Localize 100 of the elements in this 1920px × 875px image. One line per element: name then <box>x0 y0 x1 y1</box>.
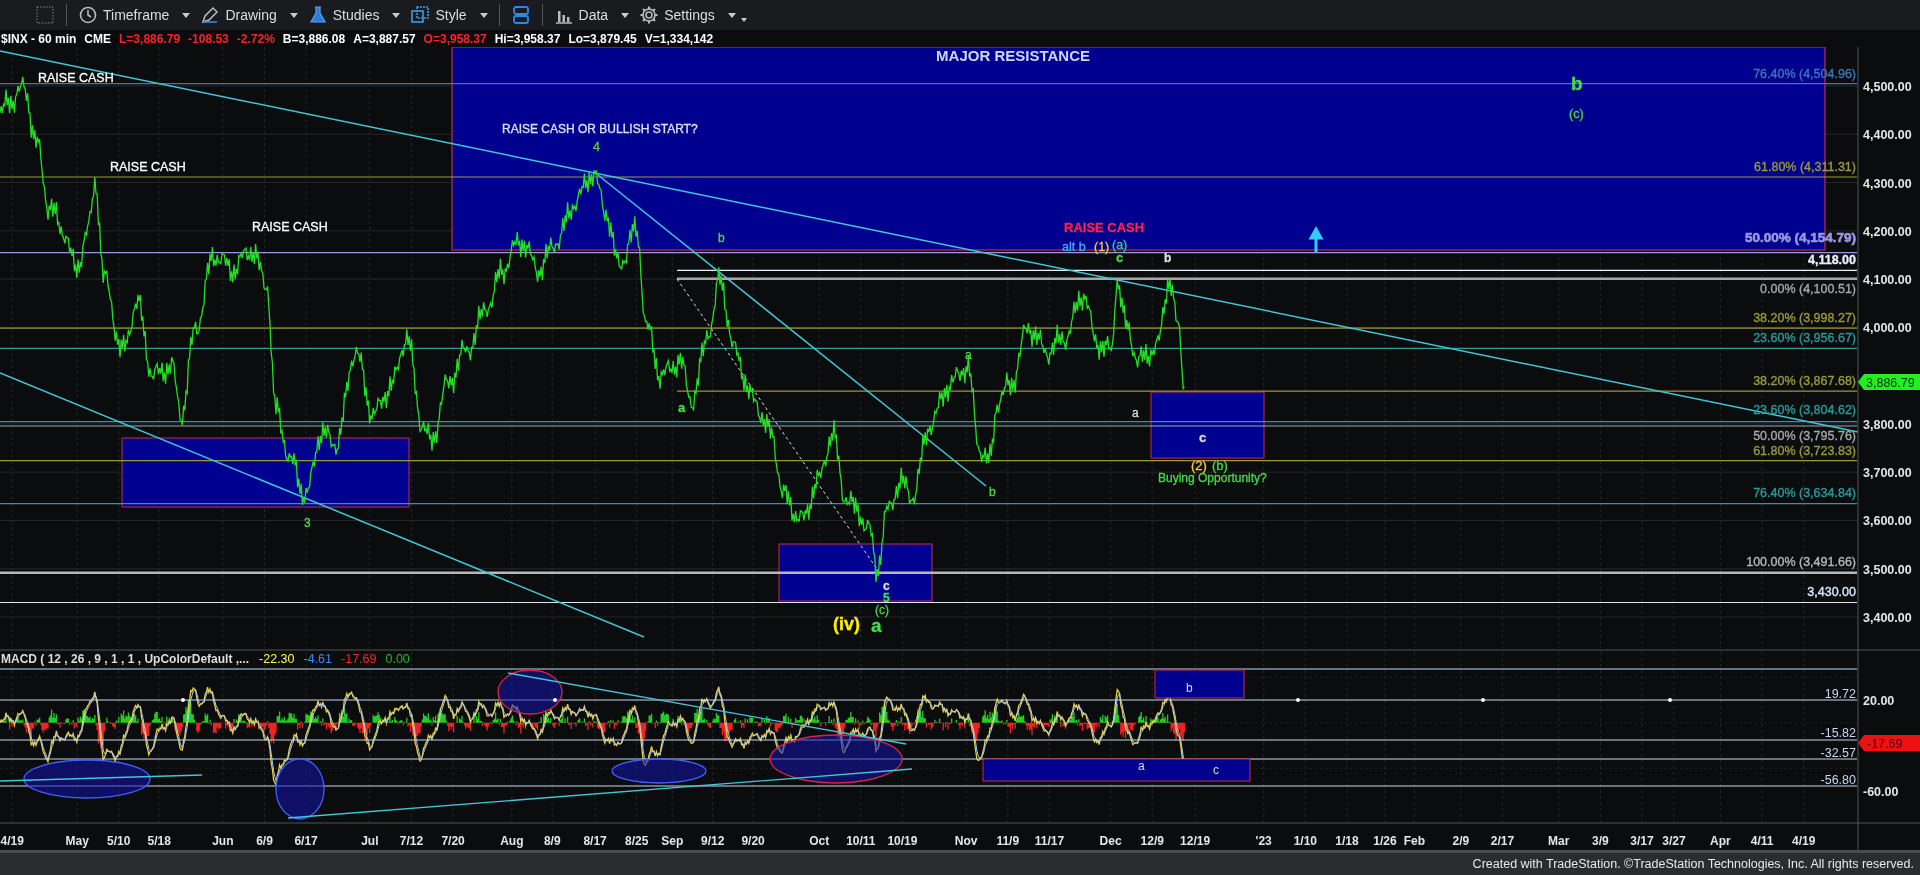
chart-annotation: c <box>883 579 890 593</box>
fib-label: 4,118.00 <box>1808 253 1856 267</box>
date-axis-label: 3/27 <box>1662 834 1686 848</box>
caret-icon <box>621 12 630 18</box>
date-axis-label: 5/18 <box>147 834 171 848</box>
price-axis-label: 4,500.00 <box>1863 80 1912 94</box>
quote-field: V=1,334,142 <box>644 31 714 46</box>
chart-annotation: (c) <box>1569 107 1584 121</box>
price-axis-label: 3,400.00 <box>1863 610 1912 625</box>
wave-label: a <box>1138 759 1145 773</box>
chart-annotation: (iv) <box>833 614 860 634</box>
date-axis-label: 1/26 <box>1373 834 1397 848</box>
quote-field: Hi=3,958.37 <box>494 31 561 46</box>
toolbar-button[interactable]: Studies <box>302 2 406 28</box>
chart-annotation: (a) <box>1112 238 1128 252</box>
date-axis-label: 4/19 <box>0 834 24 848</box>
price-axis-label: 4,000.00 <box>1863 321 1912 336</box>
chart-annotation: c <box>1116 250 1124 265</box>
caret-icon <box>727 12 736 18</box>
chart-annotation: b <box>718 231 725 245</box>
date-axis-label: 12/9 <box>1140 834 1164 848</box>
date-axis-label: May <box>65 834 89 848</box>
date-axis-label: 8/25 <box>625 834 649 848</box>
toolbar-button[interactable]: Drawing <box>195 2 303 28</box>
wave-label: c <box>1213 763 1219 777</box>
date-axis-label: Jun <box>212 834 234 848</box>
price-axis-label: 4,300.00 <box>1863 176 1912 191</box>
chart-annotation: RAISE CASH <box>38 71 114 85</box>
price-axis-label: 3,600.00 <box>1863 514 1912 529</box>
quote-field: O=3,958.37 <box>423 31 487 46</box>
date-axis-label: Jul <box>361 834 379 848</box>
date-axis-label: 4/11 <box>1750 834 1774 848</box>
macd-value: -4.61 <box>303 652 332 666</box>
up-arrow-icon <box>1309 225 1323 254</box>
quote-field: A=3,887.57 <box>353 31 416 46</box>
chart-annotation: RAISE CASH OR BULLISH START? <box>502 122 698 136</box>
toolbar-button[interactable]: Data <box>548 2 635 28</box>
date-axis-label: 9/12 <box>701 834 725 848</box>
date-axis-label: Oct <box>809 834 830 848</box>
price-axis-label: 3,800.00 <box>1863 417 1912 432</box>
fib-label: 100.00% (3,491.66) <box>1746 555 1856 569</box>
price-axis-label: 4,200.00 <box>1863 224 1912 239</box>
date-axis-label: 8/17 <box>583 834 607 848</box>
chart-annotation: 3 <box>304 516 311 530</box>
date-axis-label: 10/19 <box>887 834 918 848</box>
date-axis-label: Mar <box>1548 834 1570 848</box>
dot-marker <box>181 698 185 702</box>
chart-annotation: RAISE CASH <box>110 160 186 174</box>
caret-icon <box>392 12 401 18</box>
chart-annotation: RAISE CASH <box>1064 220 1145 235</box>
macd-legend: MACD ( 12 , 26 , 9 , 1 , 1 , UpColorDefault ,... <box>1 652 250 666</box>
chart-annotation: a <box>965 348 972 362</box>
quote-field: $INX - 60 min <box>1 31 77 46</box>
date-axis-label: 1/10 <box>1293 834 1317 848</box>
date-axis-label: 11/9 <box>996 834 1020 848</box>
chart-annotation: b <box>1571 73 1583 94</box>
quote-field: L=3,886.79 <box>119 31 181 46</box>
date-axis-label: 5/10 <box>107 834 131 848</box>
fib-label: 38.20% (3,998.27) <box>1753 311 1856 325</box>
toolbar-button[interactable]: Settings <box>634 2 741 28</box>
credit-text: Created with TradeStation. ©TradeStation Technologies, Inc. All rights reserved. <box>1472 857 1914 871</box>
chart-annotation: Buying Opportunity? <box>1158 471 1267 485</box>
date-axis-label: Apr <box>1710 834 1731 848</box>
date-axis-label: 6/17 <box>294 834 318 848</box>
date-axis-label: 2/17 <box>1490 834 1515 848</box>
date-axis-label: 1/18 <box>1335 834 1359 848</box>
dot-marker <box>1296 698 1300 702</box>
macd-axis-label: 20.00 <box>1863 694 1895 708</box>
chart-annotation: (2) <box>1191 458 1207 473</box>
date-axis-label: Aug <box>500 834 524 848</box>
fib-label: 23.60% (3,804.62) <box>1753 403 1856 417</box>
chart-annotation: (c) <box>875 603 889 617</box>
macd-value: -22.30 <box>259 652 295 666</box>
chart-annotation: (1) <box>1094 240 1110 254</box>
settings-icon <box>639 5 660 25</box>
highlight-ellipse <box>497 669 563 715</box>
macd-value: -17.69 <box>341 652 377 666</box>
dot-marker <box>1481 698 1485 702</box>
date-axis-label: 10/11 <box>846 834 876 848</box>
date-axis-label: Nov <box>954 834 978 848</box>
date-axis-label: Sep <box>661 834 684 848</box>
toolbar-button[interactable]: Style <box>405 2 493 28</box>
fib-label: 50.00% (3,795.76) <box>1753 429 1856 443</box>
price-axis-label: 4,100.00 <box>1863 273 1912 288</box>
toolbar-button[interactable]: Timeframe <box>73 2 196 28</box>
chart-annotation: a <box>678 400 686 415</box>
pen-icon <box>200 5 221 25</box>
date-axis-label: Dec <box>1099 834 1122 848</box>
chart-annotation: RAISE CASH <box>252 220 328 234</box>
last-price-badge: 3,886.79 <box>1858 374 1920 390</box>
date-axis-label: 8/9 <box>543 834 561 848</box>
date-axis-label: 4/19 <box>1792 834 1816 848</box>
last-value-badge: -17.69 <box>1858 735 1920 751</box>
macd-level-label: 19.72 <box>1824 687 1856 701</box>
macd-level-label: -56.80 <box>1820 773 1856 787</box>
dot-marker <box>1668 698 1672 702</box>
price-axis-label: 4,400.00 <box>1863 128 1912 143</box>
chart-annotation: 5 <box>883 591 890 605</box>
squares-icon <box>410 5 431 25</box>
fib-label: 38.20% (3,867.68) <box>1753 374 1856 388</box>
